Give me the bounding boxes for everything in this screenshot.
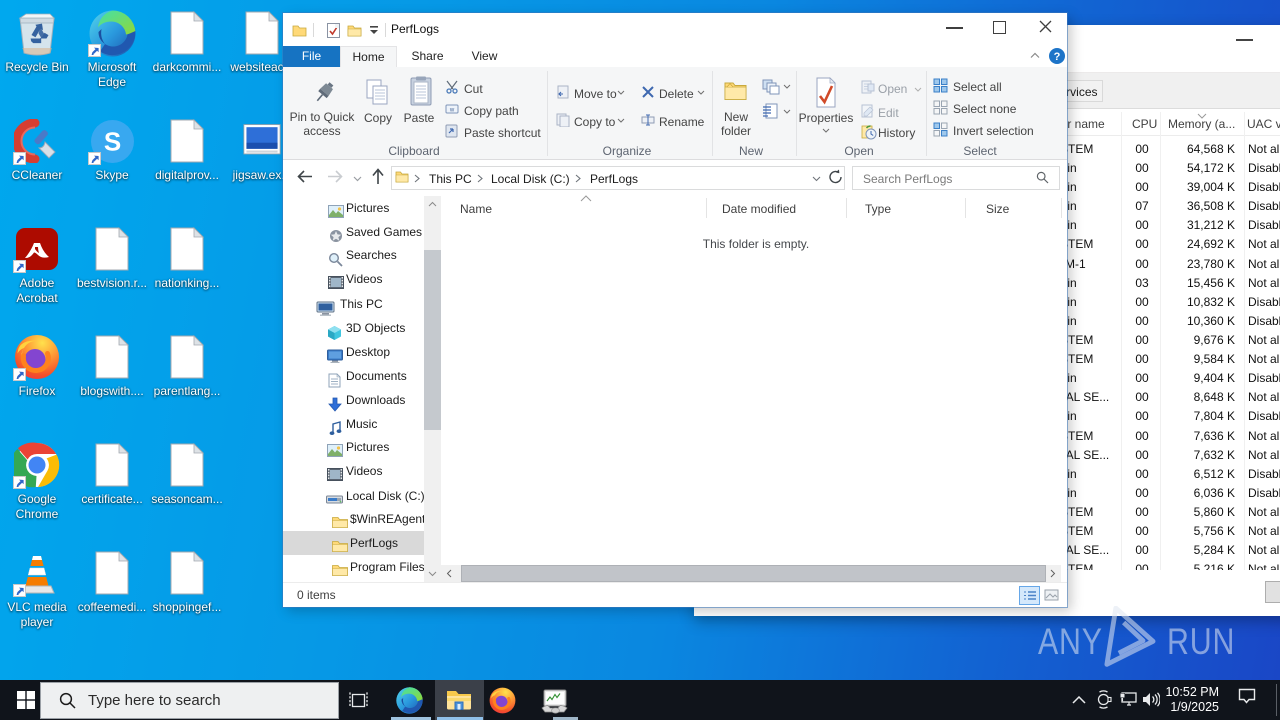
svg-text:w: w (449, 108, 455, 114)
svg-text:S: S (103, 126, 120, 156)
svg-text:?: ? (1054, 51, 1061, 63)
